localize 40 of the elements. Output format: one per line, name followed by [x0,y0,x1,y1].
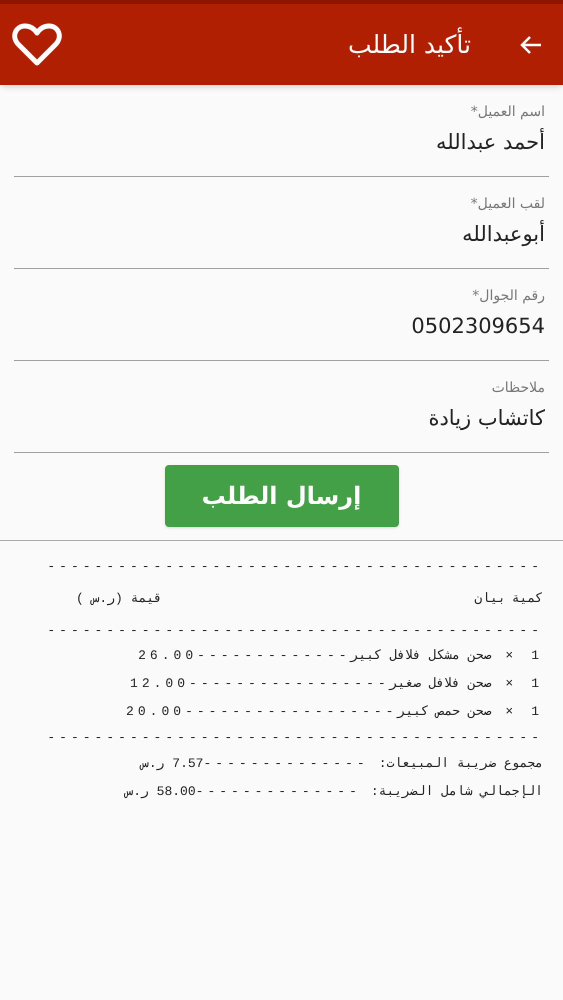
item-price: 12.00 [130,675,190,694]
item-name: صحن فلافل صغير [390,675,492,694]
receipt-separator: ------------------------------------------ [46,558,543,576]
total-label: الإجمالي شامل الضريبة: [370,782,543,801]
item-dashes: ------------- [197,647,351,666]
field-label: اسم العميل* [470,102,545,122]
total-dashes: -------------- [203,754,369,773]
item-quantity: 1 [531,675,543,694]
times-sign: × [505,647,518,666]
column-header: كمية [512,590,543,608]
item-quantity: 1 [531,647,543,666]
total-value: 58.00 ر.س [125,782,196,801]
item-price: 20.00 [126,703,186,722]
item-dashes: ----------------- [189,675,390,694]
receipt-separator: ------------------------------------------ [46,729,543,747]
item-price: 26.00 [138,647,198,666]
input-field[interactable]: اسم العميل* أحمد عبدالله [14,85,549,177]
field-label: ملاحظات [490,378,545,398]
total-value: 7.57 ر.س [141,754,204,773]
field-label: لقب العميل* [470,194,545,214]
times-sign: × [505,703,518,722]
field-label: رقم الجوال* [471,286,545,306]
item-name: صحن حمص كبير [398,703,492,722]
item-name: صحن مشكل فلافل كبير [350,647,492,666]
column-header: بيان [474,590,506,608]
heart-icon[interactable] [12,22,62,66]
column-header: قيمة (ر.س ) [76,590,162,608]
item-dashes: ------------------ [185,703,398,722]
field-value: كاتشاب زيادة [427,404,545,432]
input-field[interactable]: ملاحظات كاتشاب زيادة [14,361,549,453]
input-field[interactable]: لقب العميل* أبوعبدالله [14,177,549,269]
receipt-separator: ------------------------------------------ [46,622,543,640]
item-quantity: 1 [531,703,543,722]
times-sign: × [505,675,518,694]
field-value: أحمد عبدالله [435,127,545,156]
field-value: 0502309654 [410,312,545,340]
total-label: مجموع ضريبة المبيعات: [378,754,543,773]
page-title: تأكيد الطلب [348,26,471,64]
field-value: أبوعبدالله [461,219,545,248]
total-dashes: -------------- [196,782,361,801]
